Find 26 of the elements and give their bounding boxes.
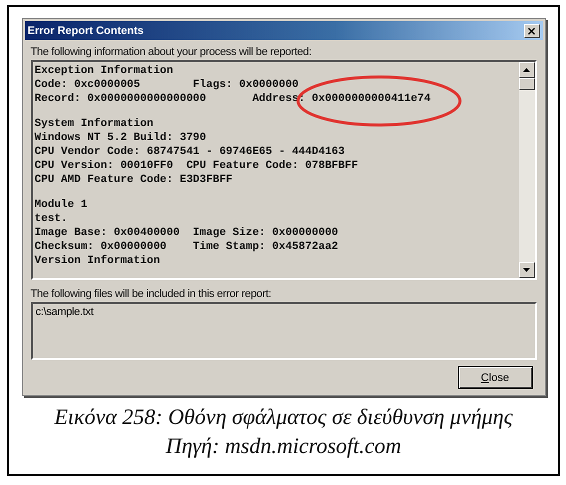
scroll-thumb[interactable]	[518, 78, 534, 90]
file-item: c:\sample.txt	[36, 306, 95, 318]
report-line: CPU Vendor Code: 68747541 - 69746E65 - 444D4163	[34, 146, 345, 160]
report-line: Version Information	[34, 254, 160, 268]
close-button[interactable]: ×	[524, 24, 540, 38]
source-caption: Πηγή: msdn.microsoft.com	[166, 432, 402, 460]
files-label: The following files will be included in this error report:	[30, 288, 272, 300]
report-line: Exception Information	[34, 65, 174, 79]
report-line: test.	[34, 213, 68, 227]
window-title: Error Report Contents	[28, 24, 144, 36]
report-line: Checksum: 0x00000000 Time Stamp: 0x45872aa2	[34, 240, 338, 254]
scrollbar[interactable]	[518, 62, 534, 278]
up-arrow-icon	[523, 68, 530, 72]
scroll-up-button[interactable]	[518, 62, 534, 78]
report-line: Module 1	[34, 199, 88, 214]
report-line: CPU Version: 00010FF0 CPU Feature Code: 078BFBFF	[34, 160, 358, 174]
report-line: System Information	[34, 118, 154, 132]
report-line: CPU AMD Feature Code: E3D3FBFF	[34, 174, 233, 188]
report-label: The following information about your process will be reported:	[30, 46, 313, 58]
report-line: Image Base: 0x00400000 Image Size: 0x00000000	[34, 226, 338, 241]
down-arrow-icon	[523, 268, 530, 272]
report-line: Code: 0xc0000005 Flags: 0x0000000	[34, 78, 299, 93]
scroll-down-button[interactable]	[518, 262, 534, 278]
figure-caption: Εικόνα 258: Οθόνη σφάλματος σε διεύθυνση μνήμης	[54, 403, 513, 431]
report-line: Windows NT 5.2 Build: 3790	[34, 132, 206, 146]
close-button[interactable]: Close	[458, 366, 532, 389]
